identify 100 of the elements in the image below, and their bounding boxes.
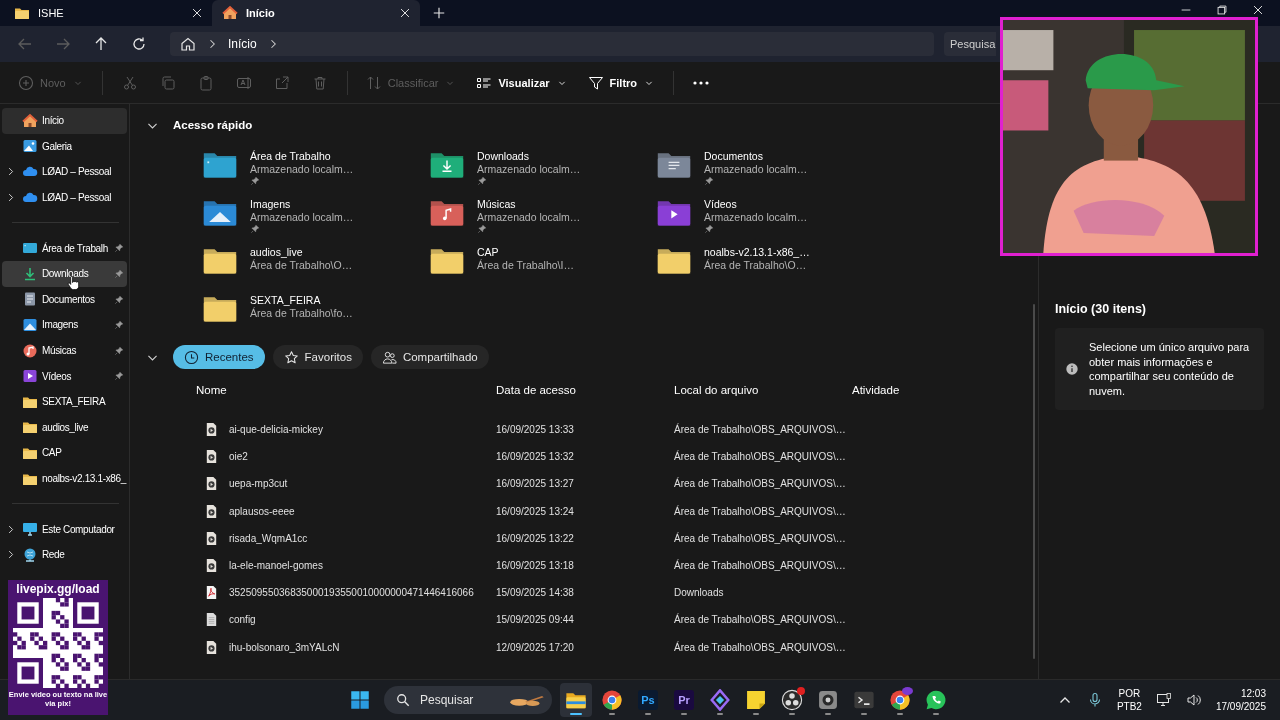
table-cell-text: 15/09/2025 09:44: [496, 614, 575, 626]
file-name[interactable]: aplausos-eeee: [229, 505, 496, 517]
chrome-icon: [889, 689, 911, 711]
star-icon: [283, 349, 299, 365]
audio-file-icon: [204, 558, 219, 574]
sidebar-item[interactable]: LØAD – Pessoal: [2, 184, 127, 211]
people-icon: [381, 349, 397, 365]
folder-icon[interactable]: [656, 198, 692, 228]
language-indicator[interactable]: POR PTB2: [1116, 687, 1142, 713]
folder-location: Armazenado localm…: [250, 211, 354, 223]
folder-name[interactable]: Área de Trabalho: [250, 150, 354, 162]
folder-name[interactable]: Imagens: [250, 198, 354, 210]
sidebar-item[interactable]: Rede: [2, 541, 127, 568]
toolbar-menu-button[interactable]: Filtro: [579, 69, 664, 96]
taskbar-search-field[interactable]: Pesquisar: [384, 686, 552, 714]
folder-name[interactable]: noalbs-v2.13.1-x86_…: [704, 246, 810, 258]
premiere-app-button[interactable]: Pr: [668, 683, 700, 717]
toolbar-menu-button[interactable]: Visualizar: [468, 69, 576, 96]
clock[interactable]: 12:03 17/09/2025: [1215, 687, 1266, 713]
sidebar-item[interactable]: Documentos: [2, 286, 127, 313]
filter-tab[interactable]: Recentes: [173, 345, 265, 369]
more-icon: [693, 80, 710, 85]
photoshop-app-button[interactable]: Ps: [632, 683, 664, 717]
file-name[interactable]: risada_WqmA1cc: [229, 532, 496, 544]
sidebar-item[interactable]: CAP: [2, 440, 127, 466]
table-cell-text: Área de Trabalho\OBS_ARQUIVOS\…: [674, 451, 847, 463]
sidebar-item[interactable]: Início: [2, 108, 127, 134]
pin-icon: [114, 345, 124, 356]
sidebar-item[interactable]: noalbs-v2.13.1-x86_: [2, 465, 127, 492]
folder-name[interactable]: audios_live: [250, 246, 353, 258]
folder-icon[interactable]: [429, 198, 465, 228]
explorer-app-button[interactable]: [560, 683, 592, 717]
table-cell-text: 16/09/2025 13:27: [496, 478, 575, 490]
column-header[interactable]: Nome: [196, 384, 496, 396]
sort-icon: [365, 74, 382, 91]
close-icon[interactable]: [398, 6, 412, 20]
file-name[interactable]: ai-que-delicia-mickey: [229, 424, 496, 436]
file-name[interactable]: oie2: [229, 451, 496, 463]
sidebar-item[interactable]: Downloads: [2, 260, 127, 287]
folder-icon[interactable]: [656, 150, 692, 180]
forward-arrow-icon: [55, 36, 71, 52]
folder-name[interactable]: Downloads: [477, 150, 581, 162]
videos-icon: [22, 368, 38, 385]
audio-file-icon: [204, 639, 219, 655]
search-field[interactable]: Pesquisa: [944, 32, 996, 56]
window-tab[interactable]: ISHE: [4, 0, 212, 26]
sidebar-item[interactable]: Vídeos: [2, 363, 127, 389]
folder-icon[interactable]: [202, 198, 238, 228]
sidebar-item[interactable]: LØAD – Pessoal: [2, 159, 127, 185]
whatsapp-icon: [925, 689, 947, 711]
sidebar-item[interactable]: Área de Trabalh: [2, 235, 127, 261]
window-tab[interactable]: Início: [212, 0, 420, 26]
notes-icon: [745, 689, 767, 711]
folder-name[interactable]: CAP: [477, 246, 574, 258]
column-header[interactable]: Atividade: [852, 384, 900, 396]
download-icon: [22, 265, 38, 282]
column-header[interactable]: Local do arquivo: [674, 384, 852, 396]
column-header[interactable]: Data de acesso: [496, 384, 674, 396]
folder-icon[interactable]: [656, 246, 692, 276]
overlay-title: livepix.gg/load: [16, 582, 100, 596]
folder-name[interactable]: Documentos: [704, 150, 808, 162]
folder-icon[interactable]: [202, 150, 238, 180]
volume-icon[interactable]: [1185, 692, 1202, 708]
network-icon: [22, 546, 38, 563]
pin-icon: [114, 320, 124, 331]
sidebar-item[interactable]: SEXTA_FEIRA: [2, 388, 127, 415]
sidebar-item[interactable]: audios_live: [2, 414, 127, 441]
windows-logo-icon: [350, 690, 370, 710]
plus-circle-icon: [18, 74, 34, 91]
close-icon[interactable]: [190, 6, 204, 20]
folder-name[interactable]: SEXTA_FEIRA: [250, 294, 353, 306]
sidebar-item[interactable]: Imagens: [2, 312, 127, 338]
info-message: Selecione um único arquivo para obter mais informações e compartilhar seu conteúdo de nuvem.: [1089, 340, 1251, 398]
filter-tab[interactable]: Favoritos: [272, 345, 363, 369]
file-name[interactable]: ihu-bolsonaro_3mYALcN: [229, 641, 496, 653]
file-name[interactable]: uepa-mp3cut: [229, 478, 496, 490]
folder-name[interactable]: Vídeos: [704, 198, 808, 210]
breadcrumb[interactable]: Início: [228, 37, 257, 51]
folder-icon[interactable]: [202, 246, 238, 276]
images-icon: [22, 316, 38, 333]
sidebar-item[interactable]: Galeria: [2, 133, 127, 160]
copy-icon: [159, 74, 176, 91]
filter-tab[interactable]: Compartilhado: [370, 345, 489, 369]
folder-location: Área de Trabalho\I…: [477, 259, 574, 271]
folder-name[interactable]: Músicas: [477, 198, 581, 210]
network-icon[interactable]: [1155, 692, 1172, 708]
table-cell-text: Área de Trabalho\OBS_ARQUIVOS\…: [674, 614, 847, 626]
file-name[interactable]: config: [229, 614, 496, 626]
table-cell-text: 16/09/2025 13:22: [496, 532, 575, 544]
search-icon: [396, 693, 410, 707]
address-bar[interactable]: Início: [170, 32, 934, 56]
file-name[interactable]: la-ele-manoel-gomes: [229, 560, 496, 572]
folder-icon[interactable]: [429, 150, 465, 180]
table-cell-text: 15/09/2025 14:38: [496, 587, 575, 599]
table-cell-text: Área de Trabalho\OBS_ARQUIVOS\…: [674, 424, 847, 436]
folder-icon[interactable]: [202, 294, 238, 324]
folder-icon[interactable]: [429, 246, 465, 276]
sidebar-item[interactable]: Músicas: [2, 337, 127, 364]
file-name[interactable]: 35250955036835000193550010000000471446416066: [229, 587, 496, 599]
sidebar-item[interactable]: Este Computador: [2, 516, 127, 542]
